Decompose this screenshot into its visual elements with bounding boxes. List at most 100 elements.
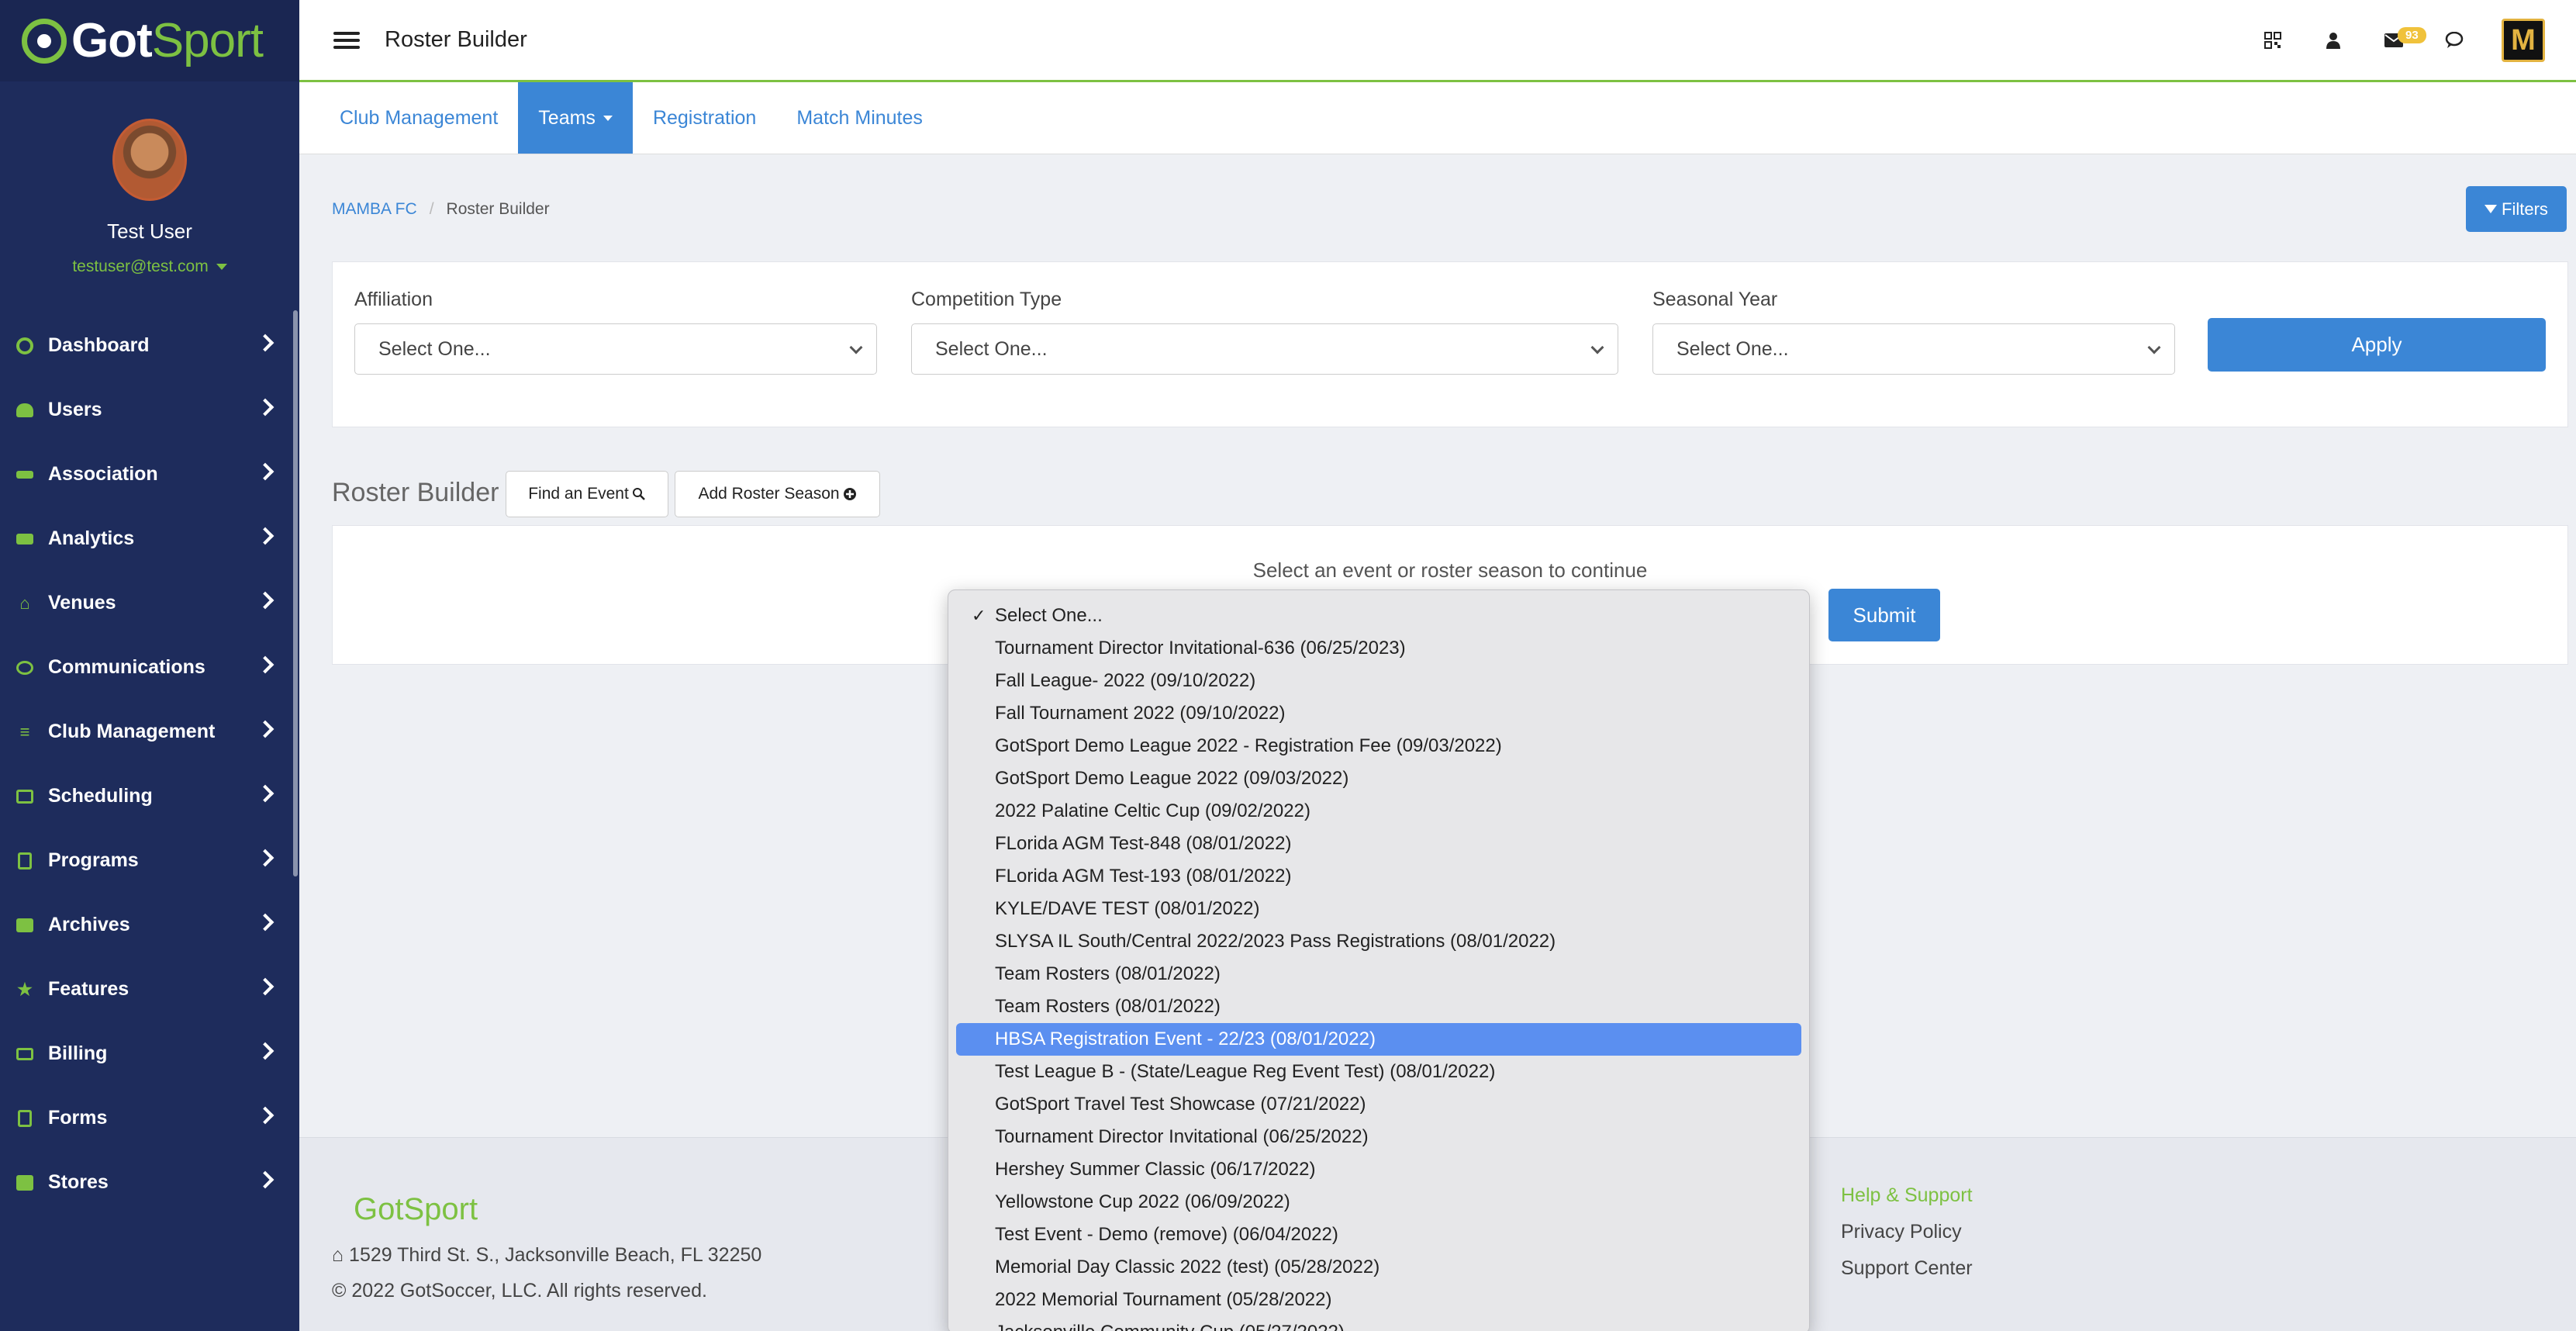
sidebar-item-dashboard[interactable]: Dashboard xyxy=(0,313,299,378)
dropdown-option[interactable]: Tournament Director Invitational-636 (06… xyxy=(956,632,1801,665)
filters-label: Filters xyxy=(2502,199,2548,219)
sidebar-item-archives[interactable]: Archives xyxy=(0,893,299,957)
submit-button[interactable]: Submit xyxy=(1828,589,1940,641)
competition-type-select[interactable]: Select One... xyxy=(911,323,1618,375)
dropdown-option[interactable]: FLorida AGM Test-193 (08/01/2022) xyxy=(956,860,1801,893)
dropdown-option[interactable]: Jacksonville Community Cup (05/27/2022) xyxy=(956,1316,1801,1331)
dropdown-option[interactable]: GotSport Demo League 2022 - Registration… xyxy=(956,730,1801,762)
checkmark-icon: ✓ xyxy=(972,606,986,625)
address-text: 1529 Third St. S., Jacksonville Beach, F… xyxy=(349,1244,762,1266)
gotsport-logo-icon xyxy=(22,18,67,64)
dropdown-option[interactable]: FLorida AGM Test-848 (08/01/2022) xyxy=(956,828,1801,860)
dropdown-option[interactable]: Fall Tournament 2022 (09/10/2022) xyxy=(956,697,1801,730)
find-event-button[interactable]: Find an Event xyxy=(506,471,668,517)
sidebar-item-analytics[interactable]: Analytics xyxy=(0,506,299,571)
dropdown-option[interactable]: 2022 Memorial Tournament (05/28/2022) xyxy=(956,1284,1801,1316)
search-icon xyxy=(632,488,645,500)
envelope-icon[interactable]: 93 xyxy=(2384,27,2426,50)
option-label: Memorial Day Classic 2022 (test) (05/28/… xyxy=(995,1257,1380,1277)
affiliation-group: Affiliation Select One... xyxy=(354,289,877,375)
chevron-down-icon xyxy=(849,341,863,354)
document-icon xyxy=(16,852,34,869)
sidebar-item-forms[interactable]: Forms xyxy=(0,1086,299,1150)
affiliation-select[interactable]: Select One... xyxy=(354,323,877,375)
option-label: 2022 Memorial Tournament (05/28/2022) xyxy=(995,1289,1332,1310)
filter-panel: Affiliation Select One... Competition Ty… xyxy=(332,261,2568,427)
dropdown-option[interactable]: GotSport Travel Test Showcase (07/21/202… xyxy=(956,1088,1801,1121)
option-label: Tournament Director Invitational (06/25/… xyxy=(995,1126,1369,1147)
calendar-icon xyxy=(16,788,34,805)
dropdown-option[interactable]: 2022 Palatine Celtic Cup (09/02/2022) xyxy=(956,795,1801,828)
sidebar-item-label: Scheduling xyxy=(48,785,153,807)
apply-button[interactable]: Apply xyxy=(2208,318,2546,372)
sidebar-item-communications[interactable]: Communications xyxy=(0,635,299,700)
brand-logo[interactable]: GotSport xyxy=(0,0,299,81)
select-value: Select One... xyxy=(1676,337,1789,360)
breadcrumb-link-club[interactable]: MAMBA FC xyxy=(332,200,417,218)
button-label: Add Roster Season xyxy=(698,485,840,503)
sidebar-item-features[interactable]: ★ Features xyxy=(0,957,299,1022)
sidebar-item-scheduling[interactable]: Scheduling xyxy=(0,764,299,828)
option-label: Team Rosters (08/01/2022) xyxy=(995,996,1221,1017)
star-icon: ★ xyxy=(17,979,33,999)
sidebar-item-club-management[interactable]: ≡ Club Management xyxy=(0,700,299,764)
privacy-policy-link[interactable]: Privacy Policy xyxy=(1841,1221,1973,1243)
filters-button[interactable]: Filters xyxy=(2466,186,2567,232)
sidebar-scrollbar[interactable] xyxy=(293,310,298,876)
footer-logo: GotSport xyxy=(354,1192,478,1227)
dropdown-option[interactable]: Test League B - (State/League Reg Event … xyxy=(956,1056,1801,1088)
option-label: GotSport Demo League 2022 - Registration… xyxy=(995,735,1502,756)
tab-match-minutes[interactable]: Match Minutes xyxy=(776,82,943,154)
event-select-dropdown[interactable]: ✓ Select One... Tournament Director Invita… xyxy=(948,589,1810,1331)
footer-links: Help & Support Privacy Policy Support Ce… xyxy=(1841,1184,1973,1294)
user-icon[interactable] xyxy=(2323,30,2343,50)
sidebar-item-billing[interactable]: Billing xyxy=(0,1022,299,1086)
tab-club-management[interactable]: Club Management xyxy=(319,82,518,154)
dropdown-option[interactable]: GotSport Demo League 2022 (09/03/2022) xyxy=(956,762,1801,795)
seasonal-year-label: Seasonal Year xyxy=(1652,289,1778,310)
seasonal-year-select[interactable]: Select One... xyxy=(1652,323,2175,375)
dropdown-option[interactable]: Test Event - Demo (remove) (06/04/2022) xyxy=(956,1219,1801,1251)
dropdown-option[interactable]: ✓ Select One... xyxy=(956,600,1801,632)
dropdown-option[interactable]: HBSA Registration Event - 22/23 (08/01/2… xyxy=(956,1023,1801,1056)
dropdown-option[interactable]: Team Rosters (08/01/2022) xyxy=(956,958,1801,990)
sidebar-item-programs[interactable]: Programs xyxy=(0,828,299,893)
dropdown-option[interactable]: KYLE/DAVE TEST (08/01/2022) xyxy=(956,893,1801,925)
option-label: Fall Tournament 2022 (09/10/2022) xyxy=(995,703,1286,724)
breadcrumb-separator: / xyxy=(429,200,434,218)
user-email-dropdown[interactable]: testuser@test.com xyxy=(0,258,299,276)
option-label: Team Rosters (08/01/2022) xyxy=(995,963,1221,984)
archive-icon xyxy=(16,917,34,934)
hamburger-menu-icon[interactable] xyxy=(333,31,360,49)
help-support-link[interactable]: Help & Support xyxy=(1841,1184,1973,1207)
sidebar-item-users[interactable]: Users xyxy=(0,378,299,442)
caret-down-icon xyxy=(216,264,227,271)
option-label: Hershey Summer Classic (06/17/2022) xyxy=(995,1159,1316,1180)
add-roster-season-button[interactable]: Add Roster Season xyxy=(675,471,880,517)
sidebar-item-association[interactable]: Association xyxy=(0,442,299,506)
option-label: 2022 Palatine Celtic Cup (09/02/2022) xyxy=(995,800,1310,821)
instruction-message: Select an event or roster season to cont… xyxy=(1252,558,1648,582)
sidebar-nav: Dashboard Users Association Analytics ⌂ V… xyxy=(0,313,299,1215)
support-center-link[interactable]: Support Center xyxy=(1841,1257,1973,1280)
qrcode-icon[interactable] xyxy=(2263,30,2283,50)
sidebar-item-venues[interactable]: ⌂ Venues xyxy=(0,571,299,635)
dropdown-option[interactable]: Tournament Director Invitational (06/25/… xyxy=(956,1121,1801,1153)
chevron-right-icon xyxy=(256,913,275,932)
club-logo[interactable]: M xyxy=(2502,19,2545,62)
dropdown-option[interactable]: Yellowstone Cup 2022 (06/09/2022) xyxy=(956,1186,1801,1219)
shopping-bag-icon xyxy=(16,1174,34,1191)
footer-copyright: © 2022 GotSoccer, LLC. All rights reserv… xyxy=(332,1280,707,1302)
dropdown-option[interactable]: SLYSA IL South/Central 2022/2023 Pass Re… xyxy=(956,925,1801,958)
tab-registration[interactable]: Registration xyxy=(633,82,776,154)
sidebar-item-label: Venues xyxy=(48,592,116,614)
tab-teams[interactable]: Teams xyxy=(518,82,633,154)
avatar[interactable] xyxy=(112,119,187,201)
sidebar-item-label: Association xyxy=(48,463,158,485)
sidebar-item-stores[interactable]: Stores xyxy=(0,1150,299,1215)
comments-icon[interactable] xyxy=(2444,30,2464,50)
dropdown-option[interactable]: Memorial Day Classic 2022 (test) (05/28/… xyxy=(956,1251,1801,1284)
dropdown-option[interactable]: Team Rosters (08/01/2022) xyxy=(956,990,1801,1023)
dropdown-option[interactable]: Fall League- 2022 (09/10/2022) xyxy=(956,665,1801,697)
dropdown-option[interactable]: Hershey Summer Classic (06/17/2022) xyxy=(956,1153,1801,1186)
